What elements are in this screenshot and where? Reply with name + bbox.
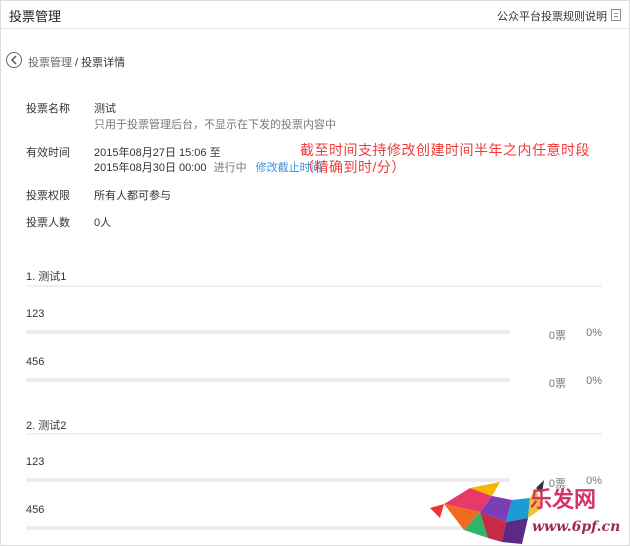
question-title: 1. 测试1 [26,271,67,283]
option-label: 456 [26,504,45,516]
vote-name-hint: 只用于投票管理后台，不显示在下发的投票内容中 [94,119,336,131]
option-votes: 0票 [548,330,566,342]
page-title: 投票管理 [9,9,62,24]
period-end: 2015年08月30日 00:00 [94,162,207,174]
voter-count-label: 投票人数 [26,217,70,229]
permission-label: 投票权限 [26,190,70,202]
question-title: 2. 测试2 [26,420,67,432]
chevron-left-icon [10,55,17,65]
top-bar: 投票管理 公众平台投票规则说明 [1,1,629,29]
vote-name-label: 投票名称 [26,103,70,115]
voter-count-value: 0人 [94,217,112,229]
option-progress-track [26,378,510,382]
divider [26,285,602,287]
valid-period-label: 有效时间 [26,147,70,159]
option-label: 123 [26,456,45,468]
breadcrumb-current: 投票详情 [81,57,126,69]
breadcrumb-separator: / [72,57,82,69]
option-label: 456 [26,356,45,368]
divider [26,433,602,435]
watermark-url: www.6pf.cn [532,519,621,535]
back-button[interactable] [6,52,22,68]
annotation-line-2: （精确到时/分） [300,159,406,175]
breadcrumb: 投票管理 / 投票详情 [28,54,125,70]
option-votes: 0票 [548,378,566,390]
period-end-line: 2015年08月30日 00:00 进行中 修改截止时间 [94,159,322,175]
period-status: 进行中 [213,162,247,174]
watermark-brand: 乐发网 [530,487,597,513]
option-percent: 0% [586,375,602,387]
document-icon[interactable] [611,9,621,21]
app-window [0,0,630,546]
option-label: 123 [26,308,45,320]
permission-value: 所有人都可参与 [94,190,171,202]
rules-help-link[interactable]: 公众平台投票规则说明 [497,8,607,24]
option-percent: 0% [586,327,602,339]
breadcrumb-parent[interactable]: 投票管理 [28,57,72,69]
option-progress-track [26,330,510,334]
vote-name-value: 测试 [94,103,116,115]
period-start: 2015年08月27日 15:06 至 [94,147,221,159]
